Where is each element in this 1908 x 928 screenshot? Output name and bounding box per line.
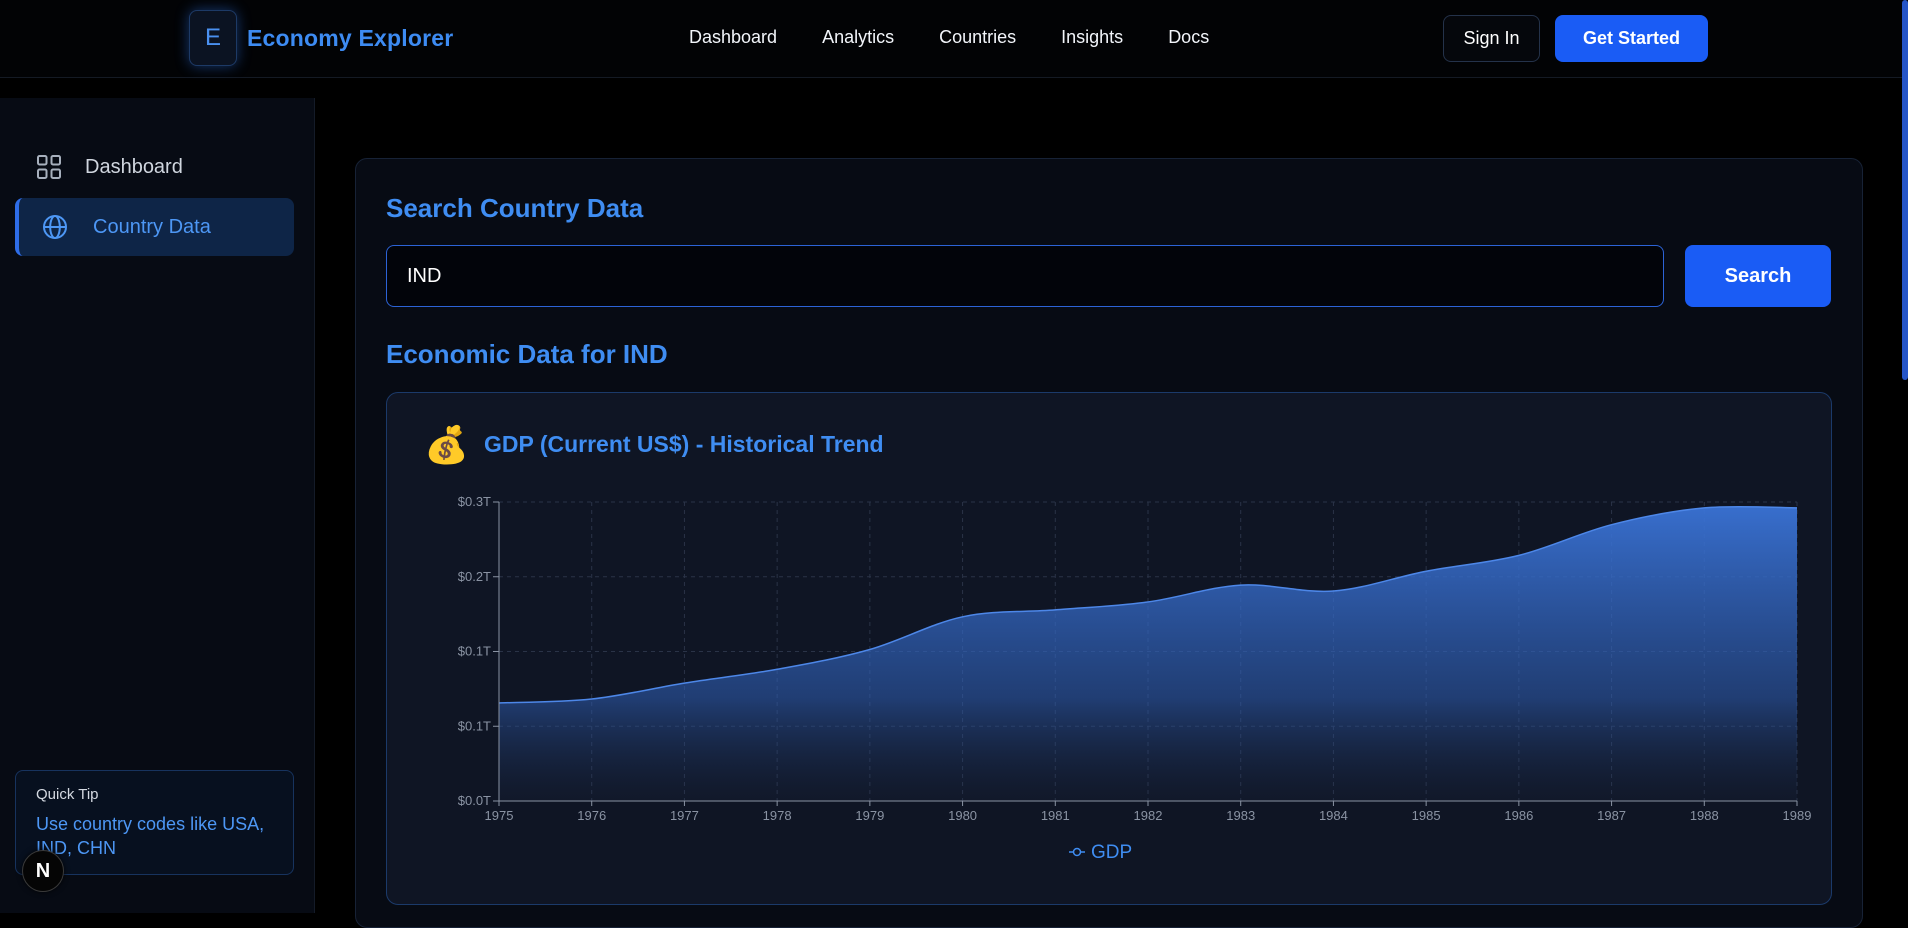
page-scrollbar[interactable] xyxy=(1902,0,1908,380)
x-tick-label: 1985 xyxy=(1412,808,1441,823)
brand[interactable]: E Economy Explorer xyxy=(189,10,453,66)
x-tick-label: 1988 xyxy=(1690,808,1719,823)
gdp-chart-card: 💰 GDP (Current US$) - Historical Trend $… xyxy=(386,392,1832,905)
sidebar-item-country-data[interactable]: Country Data xyxy=(15,198,294,256)
data-point xyxy=(868,647,872,651)
get-started-button[interactable]: Get Started xyxy=(1555,15,1708,62)
x-tick-label: 1981 xyxy=(1041,808,1070,823)
x-tick-label: 1980 xyxy=(948,808,977,823)
nav-insights-link[interactable]: Insights xyxy=(1061,27,1123,48)
data-point xyxy=(1239,583,1243,587)
sign-in-button[interactable]: Sign In xyxy=(1443,15,1540,62)
sidebar-item-label: Country Data xyxy=(93,215,211,238)
x-tick-label: 1979 xyxy=(855,808,884,823)
y-tick-label: $0.1T xyxy=(458,644,491,659)
x-tick-label: 1983 xyxy=(1226,808,1255,823)
y-tick-label: $0.0T xyxy=(458,793,491,808)
data-point xyxy=(775,667,779,671)
chart-legend[interactable]: GDP xyxy=(1069,842,1132,863)
sidebar: Dashboard Country Data Quick Tip Use cou… xyxy=(0,98,315,913)
search-button[interactable]: Search xyxy=(1685,245,1831,307)
data-point xyxy=(1331,589,1335,593)
country-search-input[interactable] xyxy=(386,245,1664,307)
data-point xyxy=(1517,553,1521,557)
y-tick-label: $0.1T xyxy=(458,718,491,733)
data-point xyxy=(1702,506,1706,510)
x-tick-label: 1976 xyxy=(577,808,606,823)
x-tick-label: 1975 xyxy=(485,808,514,823)
data-point xyxy=(1795,506,1799,510)
data-point xyxy=(1053,608,1057,612)
x-tick-label: 1987 xyxy=(1597,808,1626,823)
dev-badge-button[interactable]: N xyxy=(22,850,64,892)
legend-label: GDP xyxy=(1091,842,1132,863)
x-tick-label: 1982 xyxy=(1134,808,1163,823)
data-point xyxy=(1610,523,1614,527)
top-nav: Dashboard Analytics Countries Insights D… xyxy=(689,27,1209,48)
grid-icon xyxy=(37,155,61,179)
y-tick-label: $0.3T xyxy=(458,494,491,509)
sidebar-item-label: Dashboard xyxy=(85,155,183,178)
top-header: E Economy Explorer Dashboard Analytics C… xyxy=(0,0,1908,78)
quick-tip-title: Quick Tip xyxy=(36,786,99,803)
data-point xyxy=(1424,569,1428,573)
data-point xyxy=(590,697,594,701)
nav-analytics-link[interactable]: Analytics xyxy=(822,27,894,48)
x-tick-label: 1984 xyxy=(1319,808,1348,823)
x-tick-label: 1978 xyxy=(763,808,792,823)
y-tick-label: $0.2T xyxy=(458,569,491,584)
x-tick-label: 1986 xyxy=(1504,808,1533,823)
search-title: Search Country Data xyxy=(386,193,644,223)
globe-icon xyxy=(43,215,67,239)
brand-logo: E xyxy=(189,10,237,66)
nav-countries-link[interactable]: Countries xyxy=(939,27,1016,48)
quick-tip-text: Use country codes like USA, IND, CHN xyxy=(36,814,265,858)
nav-docs-link[interactable]: Docs xyxy=(1168,27,1209,48)
x-tick-label: 1989 xyxy=(1783,808,1812,823)
data-point xyxy=(961,615,965,619)
search-panel: Search Country Data Search Economic Data… xyxy=(355,158,1863,928)
data-point xyxy=(682,681,686,685)
economic-data-title: Economic Data for IND xyxy=(386,339,668,369)
x-tick-label: 1977 xyxy=(670,808,699,823)
gdp-area-chart: $0.0T $0.1T $0.1T $0.2T $0.3T 1975 1976 1977 197… xyxy=(458,494,1812,863)
data-point xyxy=(1146,600,1150,604)
sidebar-item-dashboard[interactable]: Dashboard xyxy=(15,138,294,196)
brand-name: Economy Explorer xyxy=(247,24,454,51)
legend-marker-icon xyxy=(1072,847,1082,857)
nav-dashboard-link[interactable]: Dashboard xyxy=(689,27,777,48)
